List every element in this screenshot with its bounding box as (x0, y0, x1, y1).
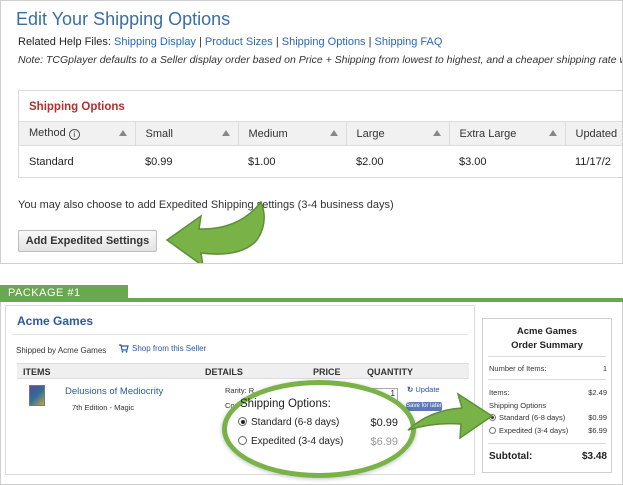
radio-unselected-icon[interactable] (238, 436, 247, 445)
display-order-note: Note: TCGplayer defaults to a Seller dis… (18, 54, 623, 66)
sort-icon[interactable] (118, 130, 127, 136)
column-header-medium[interactable]: Medium (238, 121, 347, 146)
cell-large: $2.00 (356, 155, 384, 168)
help-files-label: Related Help Files: (18, 36, 111, 48)
callout-standard-option[interactable]: Standard (6-8 days) $0.99 (238, 417, 398, 429)
separator: | (275, 36, 279, 48)
column-header-method[interactable]: Method i (19, 121, 136, 146)
help-link-shipping-display[interactable]: Shipping Display (114, 36, 196, 48)
sort-icon[interactable] (432, 130, 441, 136)
table-row: Standard $0.99 $1.00 $2.00 $3.00 11/17/2 (19, 146, 622, 178)
header-quantity: QUANTITY (367, 367, 413, 377)
seller-name[interactable]: Acme Games (17, 314, 93, 328)
help-link-shipping-options[interactable]: Shipping Options (282, 36, 366, 48)
cell-small: $0.99 (145, 155, 173, 168)
summary-shipping-label: Shipping Options (489, 401, 547, 410)
summary-items-row: Items: $2.49 (489, 388, 607, 397)
column-header-large[interactable]: Large (346, 121, 450, 146)
shop-from-seller-link[interactable]: Shop from this Seller (119, 344, 206, 353)
summary-expedited-option[interactable]: Expedited (3-4 days) $6.99 (489, 426, 607, 435)
cell-updated: 11/17/2 (575, 155, 611, 168)
divider (488, 356, 606, 357)
shipped-by-text: Shipped by Acme Games (16, 346, 107, 355)
cell-medium: $1.00 (248, 155, 276, 168)
cell-method: Standard (29, 155, 74, 168)
shipping-options-panel: Edit Your Shipping Options Related Help … (0, 0, 623, 264)
summary-subtotal: Subtotal: $3.48 (489, 451, 607, 462)
separator: | (368, 36, 372, 48)
callout-title: Shipping Options: (240, 398, 331, 410)
info-icon[interactable]: i (68, 129, 80, 140)
cart-icon (119, 344, 129, 353)
callout-expedited-option[interactable]: Expedited (3-4 days) $6.99 (238, 436, 398, 448)
sort-icon[interactable] (329, 130, 338, 136)
column-header-extra-large[interactable]: Extra Large (449, 121, 566, 146)
shipping-options-callout (222, 380, 416, 478)
items-table-header: ITEMS DETAILS PRICE QUANTITY (17, 363, 469, 379)
shipping-options-box: Shipping Options Method i Small Medium L… (18, 90, 622, 178)
order-summary-title: Acme Games Order Summary (511, 326, 583, 351)
divider (12, 334, 468, 335)
arrow-pointer-icon (407, 392, 494, 440)
column-header-small[interactable]: Small (135, 121, 239, 146)
add-expedited-settings-button[interactable]: Add Expedited Settings (18, 230, 157, 252)
divider (488, 443, 606, 444)
divider (488, 379, 606, 380)
shipping-options-heading: Shipping Options (29, 101, 125, 113)
header-price: PRICE (313, 367, 341, 377)
summary-standard-option[interactable]: Standard (6-8 days) $0.99 (489, 413, 607, 422)
header-items: ITEMS (23, 367, 51, 377)
help-link-product-sizes[interactable]: Product Sizes (205, 36, 273, 48)
help-link-shipping-faq[interactable]: Shipping FAQ (375, 36, 443, 48)
item-name-link[interactable]: Delusions of Mediocrity (65, 386, 163, 397)
cell-extra-large: $3.00 (459, 155, 487, 168)
summary-items-count-row: Number of Items: 1 (489, 364, 607, 373)
sort-icon[interactable] (221, 130, 230, 136)
arrow-pointer-icon (165, 200, 265, 263)
shipping-rates-table: Method i Small Medium Large Extra Large … (19, 121, 622, 178)
page-title: Edit Your Shipping Options (16, 9, 231, 29)
sort-icon[interactable] (548, 130, 557, 136)
radio-selected-icon[interactable] (238, 417, 247, 426)
separator: | (199, 36, 202, 48)
card-thumbnail[interactable] (29, 385, 45, 406)
order-summary-box: Acme Games Order Summary Number of Items… (482, 318, 612, 473)
help-files-line: Related Help Files: Shipping Display | P… (18, 36, 442, 48)
header-details: DETAILS (205, 367, 243, 377)
item-edition: 7th Edition - Magic (72, 403, 135, 412)
column-header-updated[interactable]: Updated (565, 121, 622, 146)
